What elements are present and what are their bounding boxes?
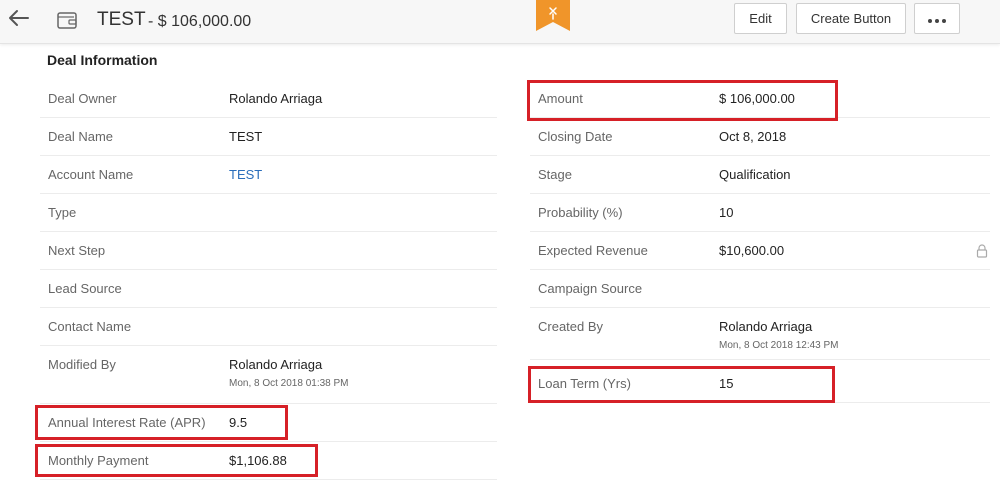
field-label: Deal Name [48, 129, 114, 144]
field-label: Type [48, 205, 77, 220]
edit-button[interactable]: Edit [734, 3, 787, 34]
field-probability: Probability (%) 10 [530, 194, 990, 232]
field-value[interactable]: Rolando Arriaga [229, 80, 322, 118]
section-title: Deal Information [47, 52, 158, 68]
field-lead-source: Lead Source [40, 270, 497, 308]
field-account-name: Account Name TEST [40, 156, 497, 194]
back-arrow-icon[interactable] [6, 7, 32, 29]
field-label: Modified By [48, 357, 116, 372]
field-label: Expected Revenue [538, 243, 648, 258]
field-value: $10,600.00 [719, 243, 785, 258]
field-next-step: Next Step [40, 232, 497, 270]
field-value[interactable]: Oct 8, 2018 [719, 118, 786, 156]
created-by-timestamp: Mon, 8 Oct 2018 12:43 PM [719, 340, 839, 351]
more-button[interactable] [914, 3, 960, 34]
field-stage: Stage Qualification [530, 156, 990, 194]
field-value-stack: Rolando Arriaga Mon, 8 Oct 2018 12:43 PM [719, 319, 839, 351]
more-dots-icon [928, 18, 946, 23]
field-label: Stage [538, 167, 572, 182]
field-label: Deal Owner [48, 91, 117, 106]
account-name-link[interactable]: TEST [229, 156, 262, 194]
lock-icon [976, 244, 988, 258]
field-label: Closing Date [538, 129, 613, 144]
field-type: Type [40, 194, 497, 232]
field-value-stack: Rolando Arriaga Mon, 8 Oct 2018 01:38 PM [229, 357, 349, 389]
modified-by-timestamp: Mon, 8 Oct 2018 01:38 PM [229, 378, 349, 389]
field-created-by: Created By Rolando Arriaga Mon, 8 Oct 20… [530, 308, 990, 360]
created-by-user: Rolando Arriaga [719, 319, 813, 334]
record-header: TEST - $ 106,000.00 Edit Create Button [0, 0, 1000, 44]
deal-title: TEST [97, 9, 146, 30]
field-campaign-source: Campaign Source [530, 270, 990, 308]
field-label: Contact Name [48, 319, 132, 334]
field-label: Account Name [48, 167, 134, 182]
ribbon-icon[interactable] [536, 0, 570, 31]
field-label: Campaign Source [538, 281, 643, 296]
create-button[interactable]: Create Button [796, 3, 906, 34]
highlight-amount [527, 80, 838, 121]
field-label: Next Step [48, 243, 106, 258]
field-value[interactable]: Qualification [719, 156, 791, 194]
field-label: Created By [538, 319, 604, 334]
field-deal-owner: Deal Owner Rolando Arriaga [40, 80, 497, 118]
wallet-icon [57, 12, 77, 29]
field-value[interactable]: TEST [229, 118, 262, 156]
modified-by-user: Rolando Arriaga [229, 357, 323, 372]
highlight-monthly-payment [35, 444, 318, 477]
field-label: Probability (%) [538, 205, 623, 220]
field-expected-revenue: Expected Revenue $10,600.00 [530, 232, 990, 270]
highlight-loan-term [528, 366, 835, 403]
field-closing-date: Closing Date Oct 8, 2018 [530, 118, 990, 156]
deal-amount: - $ 106,000.00 [148, 13, 252, 30]
field-contact-name: Contact Name [40, 308, 497, 346]
field-label: Lead Source [48, 281, 122, 296]
field-modified-by: Modified By Rolando Arriaga Mon, 8 Oct 2… [40, 346, 497, 404]
field-value[interactable]: 10 [719, 194, 733, 232]
field-deal-name: Deal Name TEST [40, 118, 497, 156]
highlight-annual-interest-rate [35, 405, 288, 440]
